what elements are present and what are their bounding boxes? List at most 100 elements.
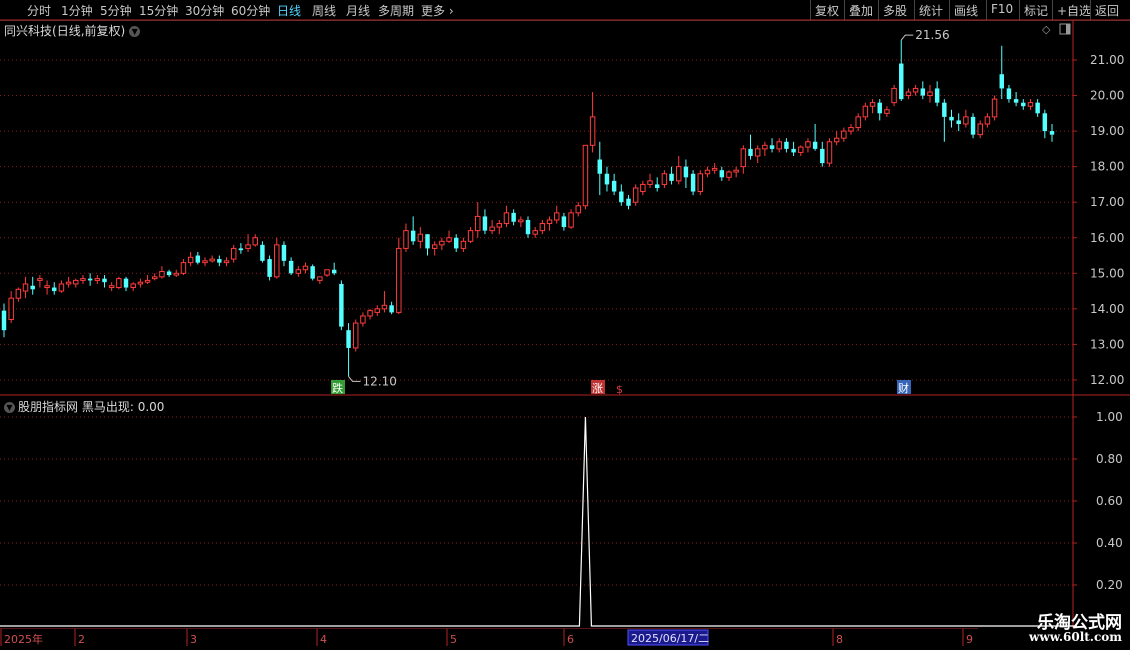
candle-body (159, 271, 165, 278)
candle-body (812, 141, 818, 149)
candle-body (776, 141, 782, 150)
candle-body (711, 167, 718, 171)
candle-body (267, 259, 272, 277)
candle-body (238, 248, 244, 251)
indicator-tick-label: 0.60 (1096, 494, 1123, 508)
candle-body (73, 279, 79, 285)
indicator-tick-label: 0.80 (1096, 452, 1123, 466)
candle-body (762, 144, 768, 150)
candle-body (374, 308, 380, 313)
candle-body (884, 109, 890, 114)
candle-body (245, 244, 251, 249)
candle-body (353, 322, 359, 349)
candle-body (496, 223, 503, 228)
candle-body (589, 116, 596, 146)
candle-body (260, 244, 265, 261)
dividend-marker[interactable]: $ (616, 383, 623, 396)
candle-body (417, 233, 424, 242)
candle-body (302, 265, 309, 271)
candle-body (626, 198, 631, 206)
event-marker[interactable]: 涨 (592, 382, 603, 395)
candle-body (553, 212, 560, 221)
date-label: 9 (966, 633, 973, 646)
candle-body (65, 281, 72, 285)
candle-body (367, 310, 373, 317)
candle-body (396, 247, 402, 313)
candle-body (920, 88, 926, 96)
candle-body (339, 283, 344, 327)
candle-body (949, 116, 954, 121)
date-label: 8 (836, 633, 843, 646)
candle-body (1035, 102, 1040, 114)
chart-title: 同兴科技(日线,前复权) ▼ (4, 22, 141, 39)
indicator-source: 股朋指标网 (18, 400, 79, 414)
candle-body (683, 166, 689, 178)
chart-canvas[interactable]: 21.0020.0019.0018.0017.0016.0015.0014.00… (0, 0, 1130, 650)
high-label: 21.56 (915, 28, 949, 42)
chevron-down-icon[interactable]: ▼ (4, 402, 15, 413)
candle-body (539, 223, 546, 232)
date-label: 2025年 (4, 632, 43, 646)
chevron-down-icon[interactable]: ▼ (129, 26, 141, 37)
candle-body (1013, 99, 1019, 103)
candle-body (52, 287, 57, 292)
candle-body (173, 272, 179, 276)
indicator-tick-label: 0.40 (1096, 536, 1123, 550)
indicator-value: 0.00 (137, 400, 165, 414)
candle-body (217, 259, 222, 263)
date-label: 5 (450, 633, 457, 646)
candle-body (482, 216, 488, 231)
diamond-icon[interactable]: ◇ (1042, 23, 1051, 36)
candle-body (611, 180, 617, 192)
candle-body (467, 230, 474, 242)
price-tick-label: 20.00 (1090, 89, 1124, 103)
candle-body (317, 276, 323, 281)
candle-body (503, 212, 510, 225)
candle-body (209, 258, 215, 262)
candle-body (640, 183, 646, 193)
candle-body (912, 87, 919, 93)
candle-body (855, 116, 861, 129)
candle-body (152, 276, 158, 280)
candle-body (1006, 88, 1012, 100)
candle-body (230, 247, 237, 260)
low-pointer (348, 376, 361, 382)
price-tick-label: 16.00 (1090, 231, 1124, 245)
candle-body (661, 173, 668, 185)
candle-body (546, 219, 553, 225)
period-label: (日线,前复权) (52, 24, 126, 38)
candle-body (137, 281, 144, 285)
candle-body (984, 116, 991, 125)
candle-body (403, 230, 409, 249)
candle-body (833, 137, 840, 143)
candle-body (30, 285, 35, 290)
candle-body (22, 283, 29, 292)
candle-body (475, 215, 481, 232)
stock-name: 同兴科技 (4, 24, 53, 38)
candle-body (891, 87, 897, 104)
date-label: 3 (190, 633, 197, 646)
candle-body (518, 219, 524, 223)
candle-body (460, 240, 467, 249)
candle-body (288, 260, 294, 274)
candle-body (654, 184, 660, 188)
candle-body (360, 315, 366, 324)
candle-body (784, 141, 789, 149)
candle-body (805, 141, 811, 148)
candle-body (820, 148, 825, 164)
candle-body (489, 226, 495, 232)
candle-body (697, 173, 703, 193)
candle-body (632, 187, 639, 203)
candle-body (927, 91, 933, 97)
event-marker[interactable]: 财 (898, 381, 909, 395)
price-tick-label: 14.00 (1090, 302, 1124, 316)
candle-body (604, 173, 610, 185)
date-label: 6 (567, 633, 574, 646)
event-marker[interactable]: 跌 (332, 381, 343, 395)
candle-body (647, 180, 653, 185)
candle-body (754, 148, 761, 157)
candle-body (346, 330, 351, 348)
candle-body (252, 237, 258, 246)
low-label: 12.10 (363, 374, 397, 388)
candle-body (130, 283, 136, 289)
